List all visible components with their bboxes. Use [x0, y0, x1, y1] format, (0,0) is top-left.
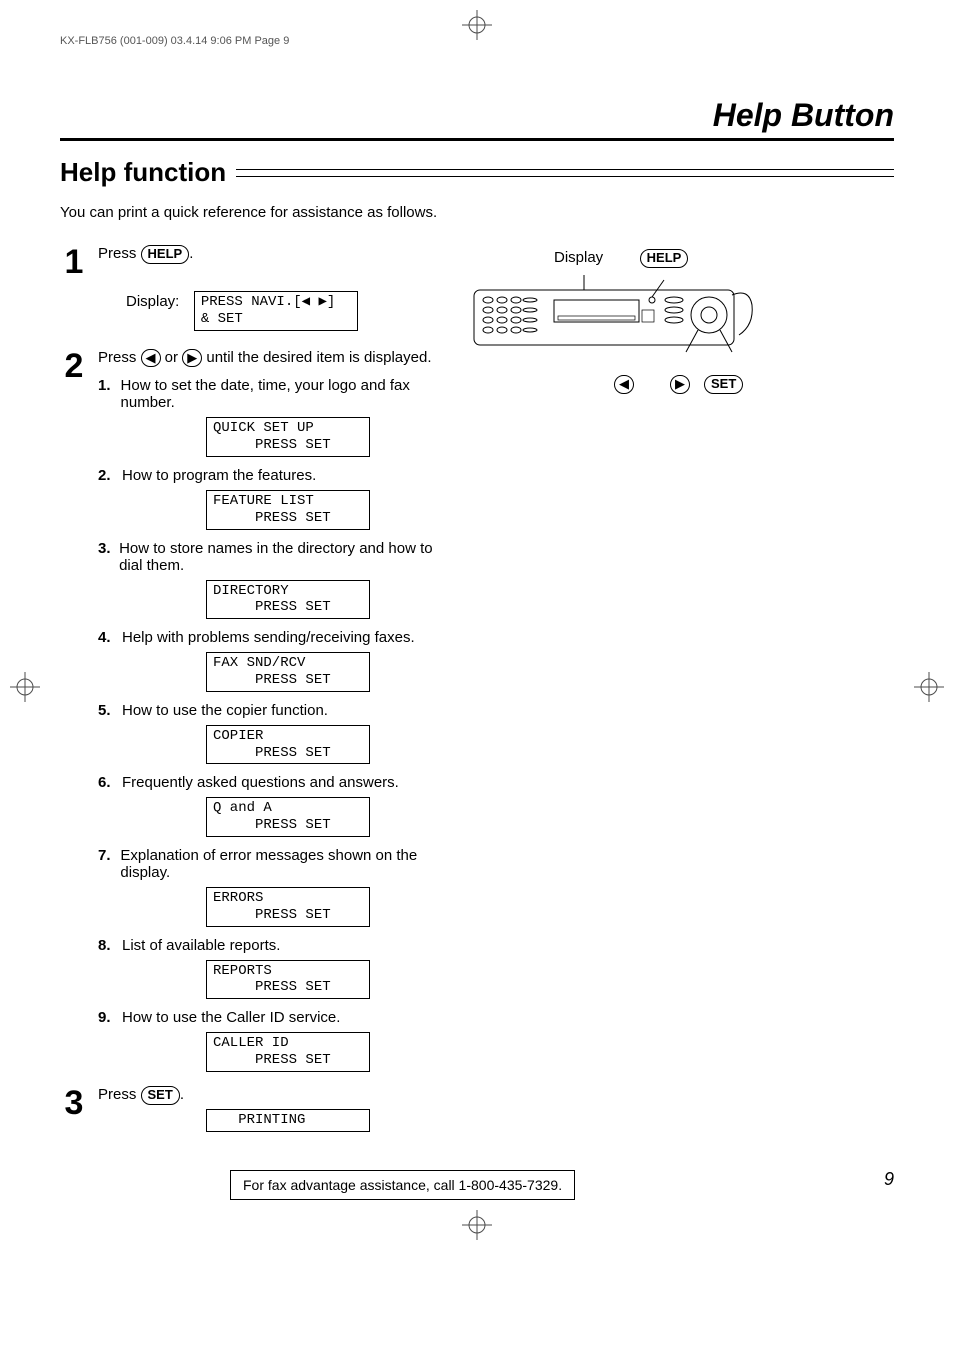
help-item-num: 9. — [98, 1009, 116, 1026]
step2-pre: Press — [98, 349, 141, 366]
fig-left-arrow-icon: ◀ — [614, 375, 634, 394]
intro-text: You can print a quick reference for assi… — [60, 204, 894, 221]
help-item-text: Help with problems sending/receiving fax… — [122, 629, 415, 646]
help-item: 5. How to use the copier function. COPIER … — [98, 702, 440, 765]
help-item-num: 5. — [98, 702, 116, 719]
lcd-display-item: ERRORS PRESS SET — [206, 887, 370, 927]
fig-help-key-icon: HELP — [640, 249, 689, 268]
help-item-text: How to use the copier function. — [122, 702, 328, 719]
step2-post: until the desired item is displayed. — [202, 349, 431, 366]
help-item: 4. Help with problems sending/receiving f… — [98, 629, 440, 692]
help-item-num: 4. — [98, 629, 116, 646]
page-title: Help Button — [60, 97, 894, 134]
help-item: 3.How to store names in the directory an… — [98, 540, 440, 620]
lcd-display-step3: PRINTING — [206, 1109, 370, 1132]
fig-right-arrow-icon: ▶ — [670, 375, 690, 394]
crop-mark-right — [914, 672, 944, 702]
double-rule-icon — [236, 169, 894, 177]
help-item-text: Frequently asked questions and answers. — [122, 774, 399, 791]
lcd-display-item: DIRECTORY PRESS SET — [206, 580, 370, 620]
help-item: 2. How to program the features. FEATURE LI… — [98, 467, 440, 530]
help-item-num: 6. — [98, 774, 116, 791]
help-item-text: How to use the Caller ID service. — [122, 1009, 340, 1026]
printer-figure: Display HELP — [464, 249, 894, 394]
title-rule — [60, 138, 894, 141]
step3-pre: Press — [98, 1086, 141, 1103]
help-item-num: 1. — [98, 377, 115, 411]
crop-mark-top — [462, 10, 492, 40]
lcd-display-item: QUICK SET UP PRESS SET — [206, 417, 370, 457]
help-item-text: How to program the features. — [122, 467, 316, 484]
right-arrow-icon: ▶ — [182, 349, 202, 368]
section-title-text: Help function — [60, 157, 226, 188]
help-key-icon: HELP — [141, 245, 190, 264]
help-item: 6. Frequently asked questions and answers… — [98, 774, 440, 837]
step-2: 2 Press ◀ or ▶ until the desired item is… — [60, 349, 440, 1072]
printer-illustration — [464, 270, 764, 360]
help-item-text: Explanation of error messages shown on t… — [120, 847, 440, 881]
step-3: 3 Press SET. PRINTING — [60, 1086, 440, 1132]
footer-assistance-box: For fax advantage assistance, call 1-800… — [230, 1170, 575, 1200]
lcd-display-item: COPIER PRESS SET — [206, 725, 370, 765]
help-item-num: 3. — [98, 540, 113, 574]
display-label: Display: — [126, 293, 179, 310]
lcd-display-item: Q and A PRESS SET — [206, 797, 370, 837]
step3-post: . — [180, 1086, 184, 1103]
step1-pre: Press — [98, 245, 141, 262]
fig-set-key-icon: SET — [704, 375, 743, 394]
help-item-text: How to set the date, time, your logo and… — [121, 377, 440, 411]
display-caption: Display — [554, 249, 603, 266]
step2-mid: or — [161, 349, 183, 366]
help-item: 8. List of available reports. REPORTS PRES… — [98, 937, 440, 1000]
help-item: 9. How to use the Caller ID service. CALLE… — [98, 1009, 440, 1072]
help-item-num: 2. — [98, 467, 116, 484]
help-item-text: List of available reports. — [122, 937, 280, 954]
lcd-display-step1: PRESS NAVI.[◀ ▶] & SET — [194, 291, 358, 331]
lcd-display-item: REPORTS PRESS SET — [206, 960, 370, 1000]
step-1: 1 Press HELP. — [60, 245, 440, 279]
help-item-num: 7. — [98, 847, 114, 881]
help-item: 1.How to set the date, time, your logo a… — [98, 377, 440, 457]
step-num-3: 3 — [60, 1086, 88, 1132]
section-title: Help function — [60, 157, 894, 188]
step1-post: . — [189, 245, 193, 262]
set-key-icon: SET — [141, 1086, 180, 1105]
step-num-1: 1 — [60, 245, 88, 279]
step-num-2: 2 — [60, 349, 88, 1072]
page-number: 9 — [884, 1169, 894, 1190]
left-arrow-icon: ◀ — [141, 349, 161, 368]
lcd-display-item: FEATURE LIST PRESS SET — [206, 490, 370, 530]
lcd-display-item: CALLER ID PRESS SET — [206, 1032, 370, 1072]
help-item-num: 8. — [98, 937, 116, 954]
crop-mark-left — [10, 672, 40, 702]
lcd-display-item: FAX SND/RCV PRESS SET — [206, 652, 370, 692]
help-item: 7.Explanation of error messages shown on… — [98, 847, 440, 927]
help-item-text: How to store names in the directory and … — [119, 540, 440, 574]
crop-mark-bottom — [462, 1210, 492, 1240]
